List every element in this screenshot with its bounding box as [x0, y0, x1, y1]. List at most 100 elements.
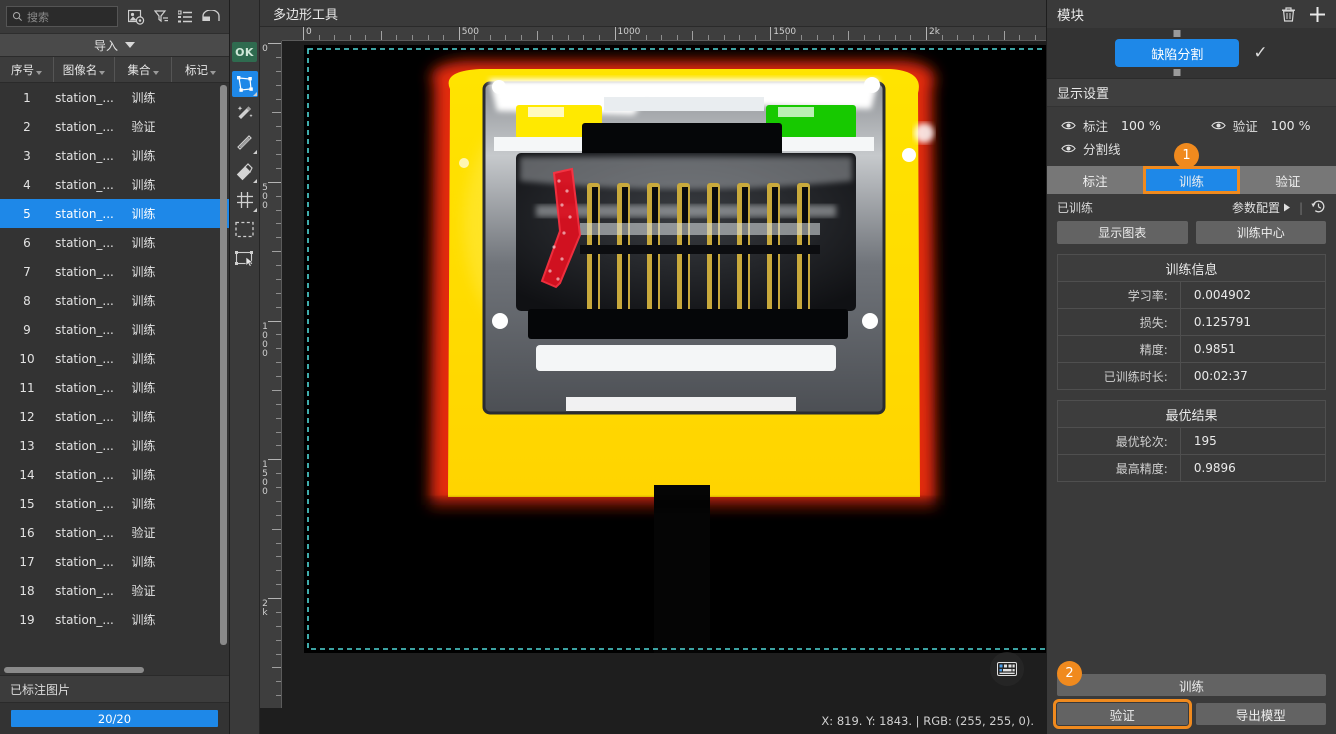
- annotated-image[interactable]: [304, 45, 1046, 653]
- magic-wand-tool-button[interactable]: [232, 100, 258, 126]
- row-index: 18: [19, 583, 35, 598]
- column-header-set[interactable]: 集合: [115, 57, 172, 82]
- marquee-select-tool-button[interactable]: [232, 216, 258, 242]
- keyboard-shortcuts-button[interactable]: [990, 652, 1024, 686]
- table-row[interactable]: 7 station_... 训练: [0, 257, 229, 286]
- train-button[interactable]: 训练: [1057, 674, 1326, 696]
- canvas-title-text: 多边形工具: [273, 7, 339, 23]
- table-row[interactable]: 17 station_... 训练: [0, 547, 229, 576]
- row-index: 17: [19, 554, 35, 569]
- table-row[interactable]: 16 station_... 验证: [0, 518, 229, 547]
- polygon-tool-button[interactable]: [231, 71, 258, 97]
- table-row[interactable]: 8 station_... 训练: [0, 286, 229, 315]
- tab-annotation[interactable]: 标注: [1047, 166, 1143, 194]
- tab-label: 标注: [1082, 173, 1108, 189]
- search-placeholder: 搜索: [27, 10, 49, 24]
- column-header-imagename[interactable]: 图像名: [54, 57, 115, 82]
- validate-button[interactable]: 验证: [1053, 699, 1192, 729]
- ruler-label: 2k: [929, 27, 940, 37]
- training-history-button[interactable]: [1311, 199, 1326, 217]
- show-chart-button[interactable]: 显示图表: [1057, 221, 1188, 244]
- eraser-tool-button[interactable]: [232, 158, 258, 184]
- tab-training[interactable]: 训练: [1143, 166, 1240, 194]
- column-header-mark[interactable]: 标记: [172, 57, 229, 82]
- filter-icon[interactable]: [154, 9, 169, 24]
- table-row[interactable]: 10 station_... 训练: [0, 344, 229, 373]
- table-row[interactable]: 12 station_... 训练: [0, 402, 229, 431]
- row-image-name: station_...: [55, 438, 114, 453]
- row-value: 195: [1193, 434, 1217, 448]
- image-viewport[interactable]: [282, 41, 1046, 708]
- training-center-button[interactable]: 训练中心: [1195, 221, 1326, 244]
- ruler-tick: [276, 431, 281, 433]
- table-row[interactable]: 6 station_... 训练: [0, 228, 229, 257]
- table-row[interactable]: 11 station_... 训练: [0, 373, 229, 402]
- train-label: 训练: [1178, 678, 1204, 694]
- eye-icon[interactable]: [1061, 120, 1076, 131]
- ruler-tick: [276, 126, 281, 128]
- delete-module-button[interactable]: [1281, 6, 1296, 22]
- table-row[interactable]: 15 station_... 训练: [0, 489, 229, 518]
- ruler-tick: [268, 320, 281, 322]
- column-header-index[interactable]: 序号: [0, 57, 54, 82]
- ruler-tick: [318, 35, 320, 40]
- trained-status-label: 已训练: [1057, 201, 1094, 215]
- table-row[interactable]: 9 station_... 训练: [0, 315, 229, 344]
- node-input-handle[interactable]: [1173, 30, 1181, 37]
- shape-fill-tool-button[interactable]: [232, 129, 258, 155]
- module-defect-segmentation-button[interactable]: 缺陷分割: [1115, 39, 1240, 67]
- row-image-name: station_...: [55, 612, 114, 627]
- table-row[interactable]: 1 station_... 训练: [0, 83, 229, 112]
- image-list-vertical-scrollbar[interactable]: [220, 85, 227, 645]
- grid-tool-button[interactable]: [232, 187, 258, 213]
- ruler-tick: [272, 251, 281, 253]
- panel-layout-icon[interactable]: [202, 10, 220, 23]
- table-row[interactable]: 4 station_... 训练: [0, 170, 229, 199]
- ruler-corner: [260, 27, 282, 41]
- ruler-tick: [879, 35, 881, 40]
- ruler-tick: [676, 35, 678, 40]
- ruler-tick: [567, 35, 569, 40]
- transform-tool-button[interactable]: [232, 245, 258, 271]
- ruler-tick: [972, 35, 974, 40]
- scrollbar-thumb[interactable]: [4, 667, 144, 673]
- table-row[interactable]: 2 station_... 验证: [0, 112, 229, 141]
- node-output-handle[interactable]: [1173, 69, 1181, 76]
- ruler-tick: [268, 598, 281, 599]
- table-row[interactable]: 13 station_... 训练: [0, 431, 229, 460]
- export-model-button[interactable]: 导出模型: [1195, 703, 1326, 725]
- ruler-tick: [848, 31, 850, 40]
- tab-validation[interactable]: 验证: [1240, 166, 1336, 194]
- display-row-validation[interactable]: 验证 100 %: [1161, 116, 1310, 135]
- row-set: 验证: [131, 526, 156, 540]
- param-config-button[interactable]: 参数配置: [1232, 199, 1291, 216]
- row-set: 训练: [131, 236, 156, 250]
- table-row[interactable]: 19 station_... 训练: [0, 605, 229, 634]
- table-row[interactable]: 18 station_... 验证: [0, 576, 229, 605]
- image-list-horizontal-scrollbar[interactable]: [0, 665, 229, 675]
- vertical-ruler[interactable]: 0 500 1000 1500 2k: [260, 41, 282, 708]
- horizontal-ruler[interactable]: 0 500 1000 1500 2k: [282, 27, 1046, 41]
- best-result-title: 最优结果: [1058, 401, 1325, 428]
- labeled-progress-text: 20/20: [97, 711, 132, 726]
- table-row[interactable]: 5 station_... 训练: [0, 199, 229, 228]
- eye-icon[interactable]: [1210, 120, 1226, 131]
- eye-icon[interactable]: [1061, 143, 1076, 154]
- mode-tabs: 标注 训练 验证: [1047, 166, 1336, 194]
- ruler-tick: [536, 31, 538, 40]
- list-view-icon[interactable]: [178, 9, 193, 24]
- display-row-annotation[interactable]: 标注 100 %: [1047, 116, 1161, 135]
- ok-button[interactable]: OK: [232, 42, 257, 62]
- search-input[interactable]: 搜索: [6, 6, 118, 27]
- row-index: 12: [19, 409, 35, 424]
- table-row[interactable]: 14 station_... 训练: [0, 460, 229, 489]
- row-index: 14: [19, 467, 35, 482]
- table-row[interactable]: 3 station_... 训练: [0, 141, 229, 170]
- ruler-tick: [723, 35, 725, 40]
- ruler-tick: [645, 35, 647, 40]
- import-button[interactable]: 导入: [0, 33, 229, 57]
- row-set: 训练: [131, 207, 156, 221]
- image-settings-icon[interactable]: [128, 9, 145, 25]
- add-module-button[interactable]: [1309, 6, 1326, 23]
- display-row-segmentline[interactable]: 分割线: [1047, 139, 1121, 158]
